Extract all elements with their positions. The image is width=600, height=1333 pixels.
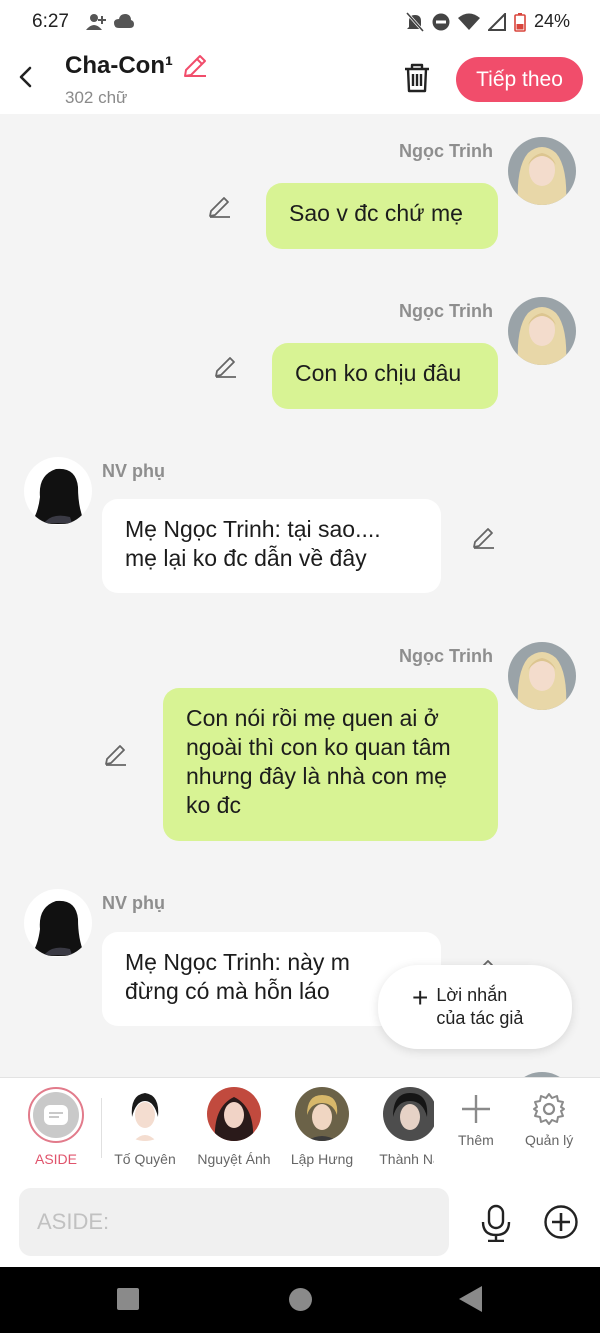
edit-message-icon[interactable] [103,742,129,768]
header: Cha-Con¹ 302 chữ Tiếp theo [0,44,600,114]
system-nav-bar [0,1267,600,1333]
next-button[interactable]: Tiếp theo [456,57,583,102]
character-to-quyen[interactable]: Tố Quyên [101,1087,189,1167]
character-label: Tố Quyên [114,1151,176,1167]
avatar-ngoc-trinh[interactable] [508,297,576,365]
message-line: đừng có mà hỗn láo [125,978,330,1004]
edit-message-icon[interactable] [213,354,239,380]
plus-icon: + [412,982,429,1013]
sender-name: Ngọc Trinh [399,301,493,321]
add-label: Thêm [458,1132,494,1148]
avatar-ngoc-trinh[interactable] [508,642,576,710]
trash-icon[interactable] [401,62,433,94]
add-character-button[interactable]: Thêm [458,1092,494,1148]
word-count: 302 chữ [65,88,128,107]
wifi-icon [457,13,480,30]
signal-icon [487,12,506,31]
avatar-nv-phu[interactable] [24,457,92,525]
microphone-icon[interactable] [479,1204,513,1242]
edit-message-icon[interactable] [207,194,233,220]
status-bar: 6:27 24% [0,0,600,44]
character-label: Thành Na [379,1151,441,1167]
cloud-icon [114,14,134,28]
aside-selector[interactable] [28,1087,84,1143]
author-note-line2: của tác giả [436,1008,524,1028]
sender-name: Ngọc Trinh [399,646,493,666]
edit-message-icon[interactable] [471,525,497,551]
character-label: Lập Hưng [290,1151,354,1167]
message-line: Con nói rồi mẹ quen ai ở [186,705,439,731]
sender-name: Ngọc Trinh [399,141,493,161]
battery-percent: 24% [533,11,570,31]
character-nguyet-anh[interactable]: Nguyệt Ánh [190,1087,278,1167]
dnd-icon [432,13,450,30]
person-add-icon [86,14,106,30]
recents-icon[interactable] [117,1288,139,1310]
message-bubble[interactable]: Sao v đc chứ mẹ [266,183,498,249]
character-bar: ASIDE Tố Quyên Nguyệt Ánh Lập Hưng Thành… [0,1077,600,1179]
message-line: ko đc [186,792,241,818]
home-icon[interactable] [289,1288,312,1311]
message-bubble[interactable]: Con ko chịu đâu [272,343,498,409]
message-line: Mẹ Ngọc Trinh: tại sao.... [125,516,381,542]
avatar [295,1087,349,1141]
manage-button[interactable]: Quản lý [525,1092,573,1148]
character-lap-hung[interactable]: Lập Hưng [278,1087,366,1167]
status-time: 6:27 [32,11,69,32]
message-line: ngoài thì con ko quan tâm [186,734,451,760]
avatar [118,1087,172,1141]
avatar-ngoc-trinh[interactable] [508,137,576,205]
author-note-line1: Lời nhắn [436,985,508,1005]
message-bubble[interactable]: Con nói rồi mẹ quen ai ở ngoài thì con k… [163,688,498,841]
edit-title-icon[interactable] [181,52,209,80]
gear-icon [533,1093,566,1125]
message-line: Mẹ Ngọc Trinh: này m [125,949,350,975]
sender-name: NV phụ [102,461,165,481]
story-title: Cha-Con¹ [65,52,173,79]
author-note-button[interactable]: + Lời nhắn của tác giả [378,965,572,1049]
back-icon[interactable] [459,1286,482,1312]
add-circle-icon[interactable] [543,1204,579,1240]
character-label: Nguyệt Ánh [197,1151,271,1167]
back-arrow-icon[interactable] [14,62,38,92]
message-input[interactable] [19,1188,449,1256]
message-line: nhưng đây là nhà con mẹ [186,763,447,789]
input-bar [0,1179,600,1267]
manage-label: Quản lý [525,1132,574,1148]
mute-icon [405,11,424,32]
avatar-nv-phu[interactable] [24,889,92,957]
message-bubble[interactable]: Mẹ Ngọc Trinh: tại sao.... mẹ lại ko đc … [102,499,441,593]
chat-area[interactable]: Ngọc Trinh Sao v đc chứ mẹ Ngọc Trinh Co… [0,114,600,1077]
avatar [207,1087,261,1141]
aside-label: ASIDE [34,1151,77,1167]
battery-icon [514,12,526,32]
avatar [383,1087,437,1141]
chat-bubble-icon [44,1105,68,1125]
plus-icon [461,1095,490,1123]
sender-name: NV phụ [102,893,165,913]
message-line: mẹ lại ko đc dẫn về đây [125,545,367,571]
